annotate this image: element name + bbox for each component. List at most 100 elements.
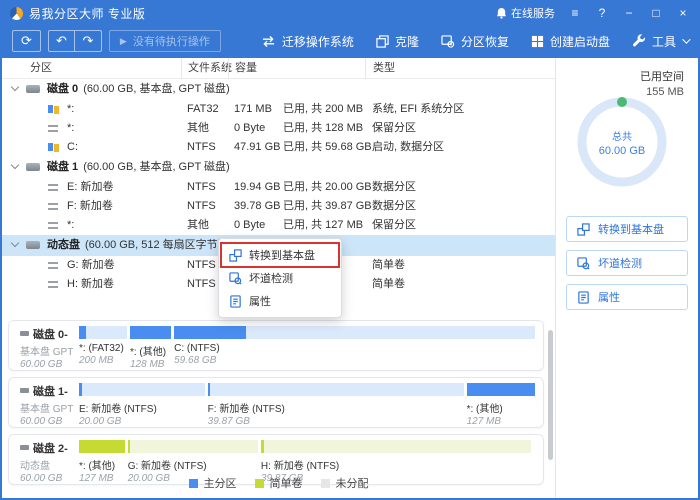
partition-icon <box>48 281 58 288</box>
disk-map-card[interactable]: 磁盘 0-基本盘 GPT60.00 GB*: (FAT32)200 MB*: (… <box>8 320 544 371</box>
convert-to-basic-icon <box>577 223 590 236</box>
clone-icon <box>376 35 389 48</box>
redo-button[interactable]: ↷ <box>75 31 101 51</box>
partition-segment[interactable] <box>467 383 536 396</box>
disk-map-label: 磁盘 0-基本盘 GPT60.00 GB <box>20 326 78 370</box>
toolbar-action-clone[interactable]: 克隆 <box>376 33 419 50</box>
toolbar-action-partition-recovery[interactable]: 分区恢复 <box>441 33 509 50</box>
legend-item: 未分配 <box>321 475 369 491</box>
tools-icon <box>632 34 646 48</box>
type-cell: 启动, 数据分区 <box>372 138 444 157</box>
disk-map-name: 磁盘 2- <box>20 440 78 456</box>
disk-map-label: 磁盘 1-基本盘 GPT60.00 GB <box>20 383 78 427</box>
header-type: 类型 <box>365 58 395 79</box>
disk-icon <box>26 163 40 171</box>
partition-segment[interactable] <box>174 326 535 339</box>
table-row-partition[interactable]: F: 新加卷NTFS39.78 GB已用, 共 39.87 GB数据分区 <box>2 197 555 216</box>
used-value-cell: 0 Byte <box>234 216 265 235</box>
legend: 主分区简单卷未分配 <box>2 475 555 491</box>
create-boot-disk-icon <box>531 35 544 48</box>
table-row-partition[interactable]: E: 新加卷NTFS19.94 GB已用, 共 20.00 GB数据分区 <box>2 178 555 197</box>
context-menu: 转换到基本盘坏道检测属性 <box>218 238 342 318</box>
table-header: 分区 文件系统 容量 类型 <box>2 58 555 79</box>
partition-segment-name: H: 新加卷 (NTFS) <box>261 457 531 472</box>
partition-segment-name: *: (FAT32) <box>79 343 127 354</box>
filesystem-cell: 其他 <box>187 216 209 235</box>
play-icon: ▶ <box>120 36 127 47</box>
toolbar-action-migrate-os[interactable]: 迁移操作系统 <box>261 33 354 50</box>
close-icon[interactable]: × <box>676 6 690 20</box>
context-menu-item-label: 转换到基本盘 <box>249 247 315 263</box>
table-row-disk[interactable]: 磁盘 0(60.00 GB, 基本盘, GPT 磁盘) <box>2 79 555 100</box>
drive-icon <box>20 445 29 450</box>
disk-icon <box>26 85 40 93</box>
partition-segment[interactable] <box>208 383 464 396</box>
scrollbar-thumb[interactable] <box>548 330 553 460</box>
partition-segment-size: 39.87 GB <box>208 416 464 427</box>
table-row-partition[interactable]: *:其他0 Byte已用, 共 127 MB保留分区 <box>2 216 555 235</box>
sidebar-button-convert-to-basic[interactable]: 转换到基本盘 <box>566 216 688 242</box>
partition-segment[interactable] <box>261 440 531 453</box>
partition-icon <box>48 222 58 229</box>
partition-segment[interactable] <box>128 440 258 453</box>
legend-label: 简单卷 <box>270 475 303 491</box>
total-label: 总共 <box>574 128 670 143</box>
context-menu-item-convert-to-basic[interactable]: 转换到基本盘 <box>222 244 338 266</box>
table-row-disk[interactable]: 磁盘 1(60.00 GB, 基本盘, GPT 磁盘) <box>2 157 555 178</box>
online-service-button[interactable]: 在线服务 <box>496 5 555 21</box>
used-value-cell: 171 MB <box>234 100 272 119</box>
sidebar-button-label: 转换到基本盘 <box>598 221 664 237</box>
minimize-icon[interactable]: − <box>622 6 636 20</box>
partition-segment[interactable] <box>79 383 205 396</box>
maximize-icon[interactable]: □ <box>649 6 663 20</box>
toolbar-action-label: 工具 <box>652 33 676 50</box>
table-row-partition[interactable]: *:其他0 Byte已用, 共 128 MB保留分区 <box>2 119 555 138</box>
surface-test-icon <box>577 257 590 270</box>
undo-button[interactable]: ↶ <box>49 31 75 51</box>
table-row-partition[interactable]: C:NTFS47.91 GB已用, 共 59.68 GB启动, 数据分区 <box>2 138 555 157</box>
online-service-label: 在线服务 <box>511 5 555 21</box>
toolbar-action-label: 创建启动盘 <box>550 33 610 50</box>
toolbar: ⟳ ↶ ↷ ▶ 没有待执行操作 迁移操作系统 克隆 分区恢复 创建启动盘 工具 <box>2 24 698 58</box>
legend-swatch-icon <box>255 479 264 488</box>
disk-map-type: 动态盘 <box>20 457 78 472</box>
table-row-partition[interactable]: *:FAT32171 MB已用, 共 200 MB系统, EFI 系统分区 <box>2 100 555 119</box>
convert-to-basic-icon <box>229 249 242 262</box>
filesystem-cell: NTFS <box>187 275 216 294</box>
donut-center: 总共 60.00 GB <box>574 128 670 157</box>
refresh-button[interactable]: ⟳ <box>12 30 41 52</box>
pending-operations-button[interactable]: ▶ 没有待执行操作 <box>109 30 221 52</box>
partition-segment[interactable] <box>79 440 125 453</box>
partition-name: E: 新加卷 <box>67 181 113 193</box>
partition-segment[interactable] <box>79 326 127 339</box>
context-menu-item-properties[interactable]: 属性 <box>222 290 338 312</box>
sidebar-button-properties[interactable]: 属性 <box>566 284 688 310</box>
disk-name: 磁盘 1 <box>47 161 78 173</box>
toolbar-action-create-boot-disk[interactable]: 创建启动盘 <box>531 33 610 50</box>
sidebar-button-surface-test[interactable]: 坏道检测 <box>566 250 688 276</box>
type-cell: 系统, EFI 系统分区 <box>372 100 464 119</box>
used-value-cell: 39.78 GB <box>234 197 280 216</box>
partition-icon <box>48 184 58 191</box>
toolbar-action-tools[interactable]: 工具 <box>632 33 688 50</box>
partition-segment-name: *: (其他) <box>79 457 125 472</box>
disk-detail: (60.00 GB, 基本盘, GPT 磁盘) <box>83 83 230 95</box>
filesystem-cell: NTFS <box>187 138 216 157</box>
partition-segment-fill <box>174 326 246 339</box>
partition-segment-name: C: (NTFS) <box>174 343 535 354</box>
partition-segment[interactable] <box>130 326 171 339</box>
partition-segment-fill <box>467 383 536 396</box>
menu-icon[interactable]: ≡ <box>568 6 582 20</box>
context-menu-item-surface-test[interactable]: 坏道检测 <box>222 267 338 289</box>
type-cell: 保留分区 <box>372 216 416 235</box>
disk-map-card[interactable]: 磁盘 1-基本盘 GPT60.00 GBE: 新加卷 (NTFS)20.00 G… <box>8 377 544 428</box>
partition-icon <box>48 262 58 269</box>
chevron-down-icon <box>11 83 19 91</box>
partition-icon <box>48 203 58 210</box>
capacity-cell: 已用, 共 20.00 GB <box>283 178 372 197</box>
app-logo-icon <box>10 7 23 20</box>
help-icon[interactable]: ? <box>595 6 609 20</box>
sidebar-button-label: 属性 <box>598 289 620 305</box>
partition-segment-name: F: 新加卷 (NTFS) <box>208 400 464 415</box>
partition-segment-fill <box>130 326 171 339</box>
